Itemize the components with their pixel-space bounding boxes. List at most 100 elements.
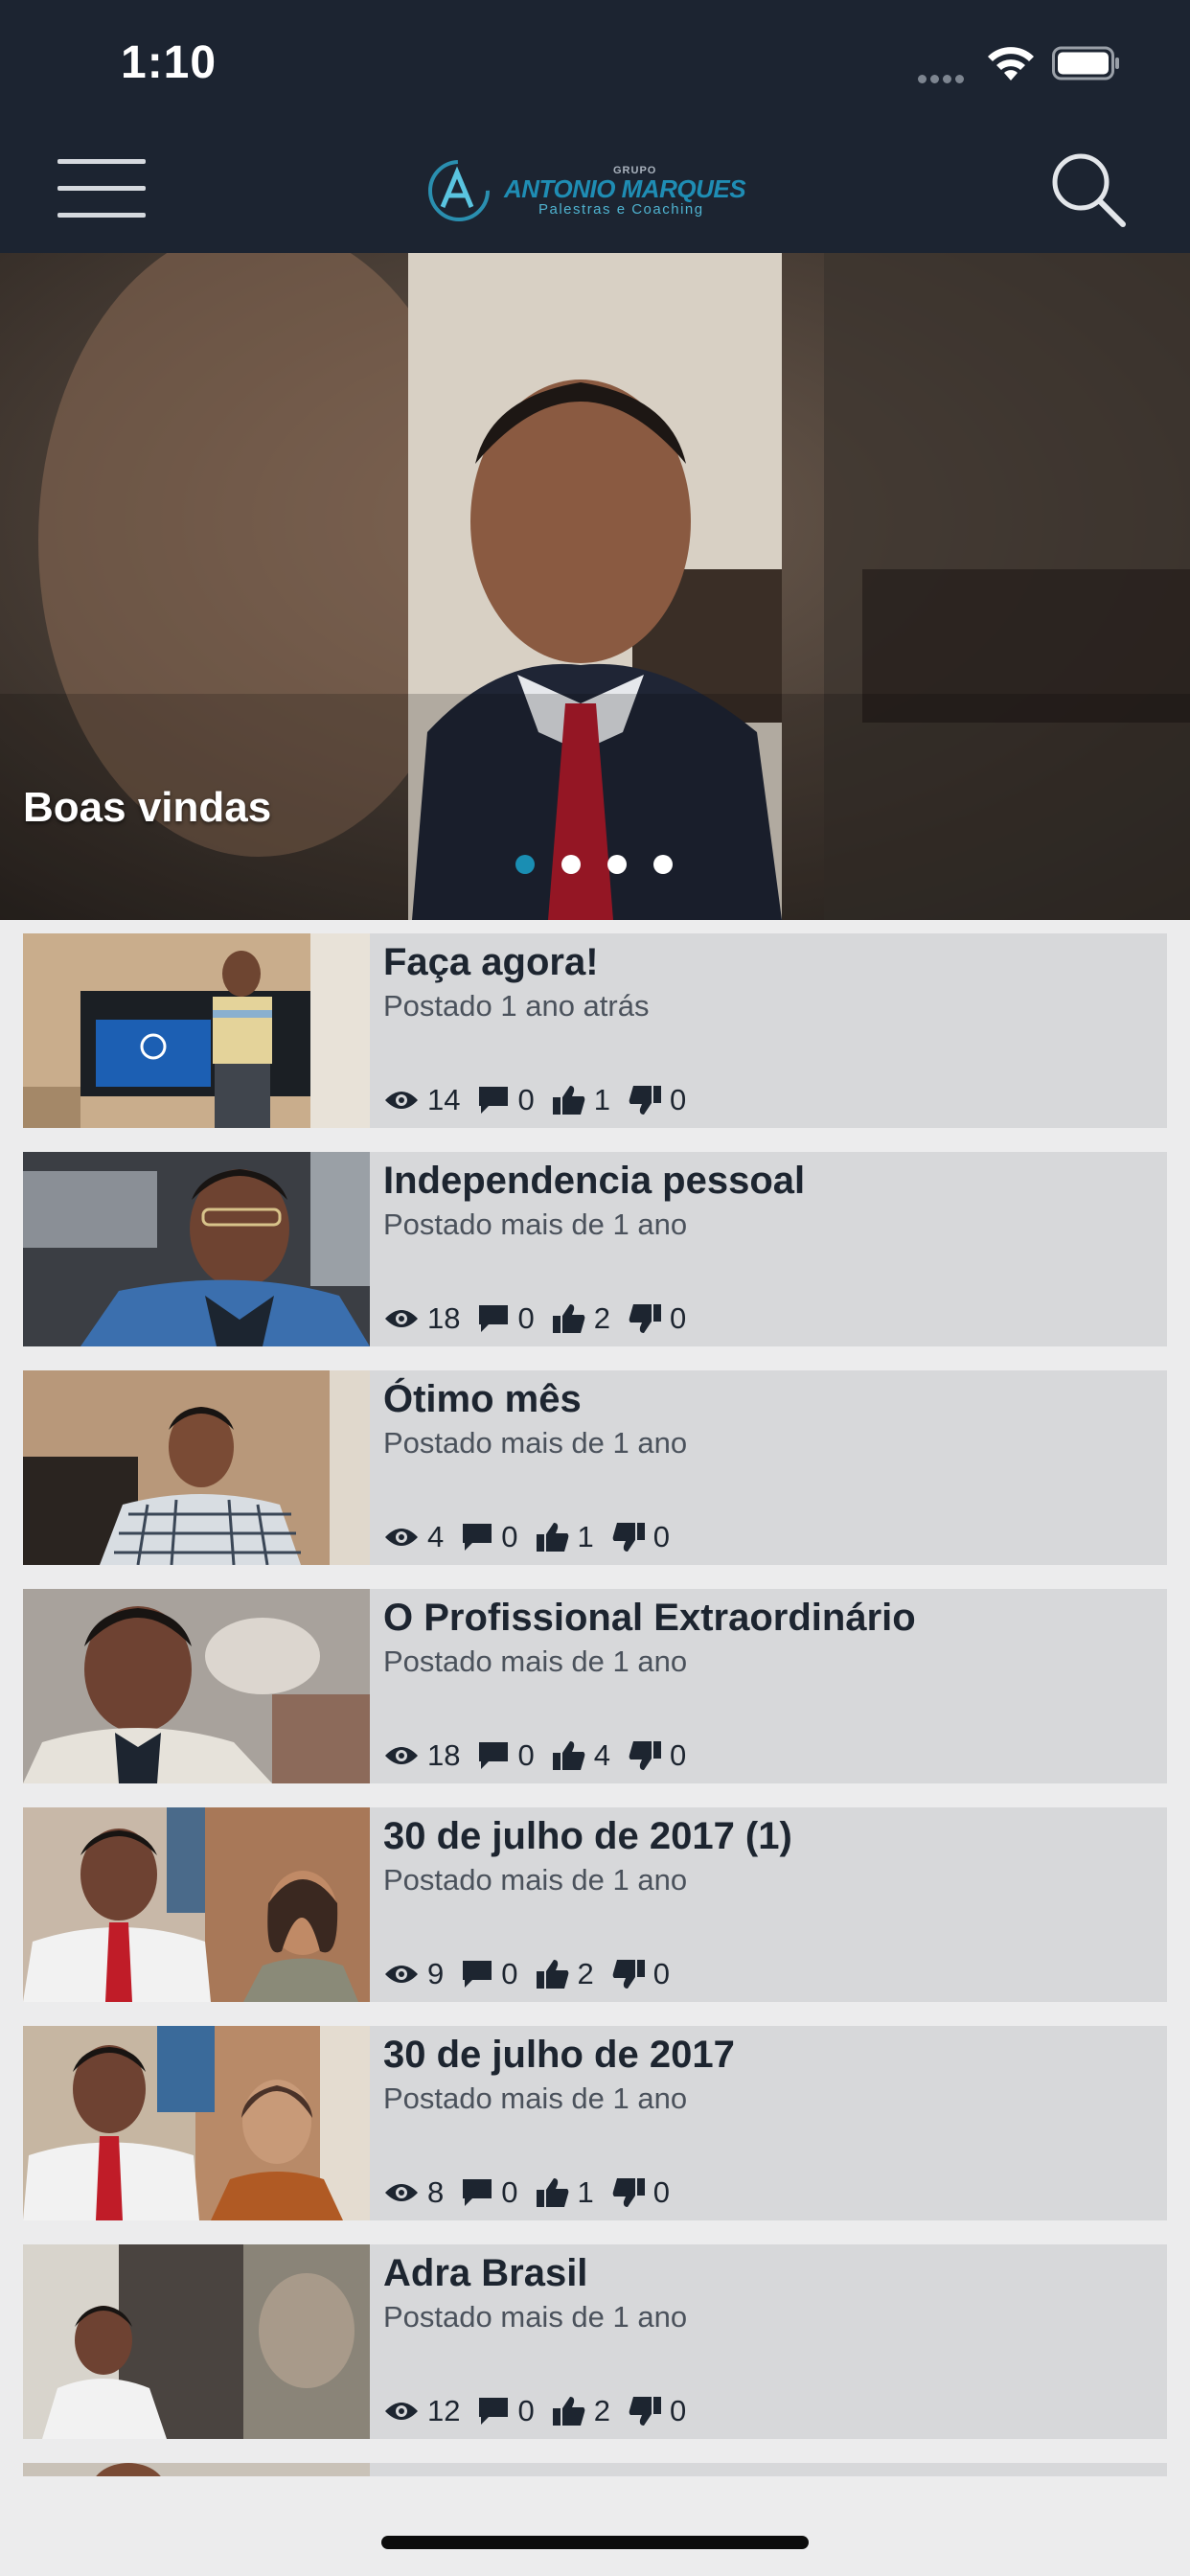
- video-stats: 8 0 1 0: [383, 2175, 687, 2210]
- dislike-icon[interactable]: [628, 1085, 662, 1116]
- dislike-icon[interactable]: [611, 1959, 646, 1990]
- video-list-item[interactable]: 30 de julho de 2017 (1) Postado mais de …: [23, 1807, 1167, 2002]
- video-posted-date: Postado mais de 1 ano: [383, 1644, 688, 1678]
- carousel-dot[interactable]: [653, 855, 673, 874]
- home-indicator[interactable]: [381, 2536, 809, 2549]
- dislikes-count: 0: [669, 1738, 687, 1772]
- video-title: Independencia pessoal: [383, 1160, 806, 1202]
- video-list-item[interactable]: O Profissional Extraordinário Postado ma…: [23, 1589, 1167, 1783]
- comments-count: 0: [517, 2394, 535, 2427]
- video-thumbnail: [23, 1807, 370, 2002]
- like-icon[interactable]: [552, 1740, 586, 1771]
- video-posted-date: Postado mais de 1 ano: [383, 2300, 688, 2334]
- logo-tagline-text: Palestras e Coaching: [538, 201, 704, 218]
- dislike-icon[interactable]: [611, 1522, 646, 1552]
- dislike-icon[interactable]: [628, 1740, 662, 1771]
- views-count: 4: [427, 1520, 445, 1553]
- video-stats: 9 0 2 0: [383, 1957, 687, 1991]
- video-posted-date: Postado 1 ano atrás: [383, 989, 650, 1023]
- likes-count: 4: [593, 1738, 610, 1772]
- comments-icon: [479, 2398, 509, 2425]
- battery-icon: [1052, 46, 1119, 80]
- video-posted-date: Postado mais de 1 ano: [383, 1426, 688, 1460]
- views-count: 12: [427, 2394, 461, 2427]
- video-thumbnail: [23, 1152, 370, 1346]
- dislikes-count: 0: [669, 2394, 687, 2427]
- search-icon[interactable]: [1048, 150, 1129, 230]
- views-count: 18: [427, 1738, 461, 1772]
- likes-count: 1: [593, 1083, 610, 1116]
- video-thumbnail: [23, 1370, 370, 1565]
- carousel-dot[interactable]: [515, 855, 535, 874]
- featured-video-carousel[interactable]: Boas vindas: [0, 253, 1190, 920]
- dislikes-count: 0: [652, 2175, 670, 2209]
- video-list-item[interactable]: Adra Brasil Postado mais de 1 ano 12 0 2…: [23, 2244, 1167, 2439]
- comments-icon: [479, 1742, 509, 1769]
- video-title: O Profissional Extraordinário: [383, 1597, 916, 1639]
- video-stats: 4 0 1 0: [383, 1520, 687, 1554]
- app-header: 1:10 GRUPO ANTONIO MARQUES Palestras e C…: [0, 0, 1190, 253]
- comments-count: 0: [517, 1738, 535, 1772]
- video-list-item[interactable]: Independencia pessoal Postado mais de 1 …: [23, 1152, 1167, 1346]
- comments-icon: [479, 1087, 509, 1114]
- views-count: 8: [427, 2175, 445, 2209]
- views-icon: [385, 1529, 418, 1546]
- video-list-item[interactable]: 30 de julho de 2017 Postado mais de 1 an…: [23, 2026, 1167, 2220]
- likes-count: 1: [577, 2175, 594, 2209]
- likes-count: 2: [577, 1957, 594, 1990]
- like-icon[interactable]: [552, 2396, 586, 2426]
- views-count: 9: [427, 1957, 445, 1990]
- dislikes-count: 0: [669, 1083, 687, 1116]
- dislikes-count: 0: [652, 1957, 670, 1990]
- brand-logo: GRUPO ANTONIO MARQUES Palestras e Coachi…: [422, 153, 768, 226]
- views-icon: [385, 1310, 418, 1327]
- like-icon[interactable]: [536, 1959, 570, 1990]
- comments-count: 0: [517, 1083, 535, 1116]
- comments-icon: [479, 1305, 509, 1332]
- video-list-item[interactable]: [23, 2463, 1167, 2476]
- comments-count: 0: [517, 1301, 535, 1335]
- cellular-signal-icon: [918, 71, 968, 88]
- dislikes-count: 0: [669, 1301, 687, 1335]
- status-time: 1:10: [121, 37, 217, 88]
- dislike-icon[interactable]: [628, 2396, 662, 2426]
- wifi-icon: [988, 47, 1034, 80]
- views-count: 14: [427, 1083, 461, 1116]
- comments-count: 0: [501, 1520, 518, 1553]
- dislike-icon[interactable]: [611, 2177, 646, 2208]
- video-title: Ótimo mês: [383, 1378, 582, 1420]
- video-stats: 12 0 2 0: [383, 2394, 703, 2428]
- video-thumbnail: [23, 2463, 370, 2476]
- carousel-pagination: [515, 855, 699, 879]
- views-icon: [385, 1747, 418, 1764]
- views-icon: [385, 2403, 418, 2420]
- likes-count: 2: [593, 1301, 610, 1335]
- comments-icon: [463, 2179, 492, 2206]
- like-icon[interactable]: [536, 1522, 570, 1552]
- video-list-item[interactable]: Ótimo mês Postado mais de 1 ano 4 0 1 0: [23, 1370, 1167, 1565]
- views-icon: [385, 2184, 418, 2201]
- video-posted-date: Postado mais de 1 ano: [383, 2082, 688, 2115]
- like-icon[interactable]: [536, 2177, 570, 2208]
- dislikes-count: 0: [652, 1520, 670, 1553]
- comments-icon: [463, 1961, 492, 1988]
- video-title: 30 de julho de 2017: [383, 2034, 735, 2076]
- video-stats: 18 0 4 0: [383, 1738, 703, 1773]
- like-icon[interactable]: [552, 1303, 586, 1334]
- menu-button[interactable]: [57, 159, 146, 218]
- video-title: 30 de julho de 2017 (1): [383, 1815, 792, 1857]
- views-count: 18: [427, 1301, 461, 1335]
- video-thumbnail: [23, 1589, 370, 1783]
- dislike-icon[interactable]: [628, 1303, 662, 1334]
- video-stats: 14 0 1 0: [383, 1083, 703, 1117]
- likes-count: 1: [577, 1520, 594, 1553]
- carousel-dot[interactable]: [607, 855, 627, 874]
- like-icon[interactable]: [552, 1085, 586, 1116]
- video-stats: 18 0 2 0: [383, 1301, 703, 1336]
- video-title: Adra Brasil: [383, 2252, 588, 2294]
- carousel-dot[interactable]: [561, 855, 581, 874]
- video-posted-date: Postado mais de 1 ano: [383, 1863, 688, 1897]
- video-list-item[interactable]: Faça agora! Postado 1 ano atrás 14 0 1 0: [23, 933, 1167, 1128]
- featured-video-title: Boas vindas: [23, 784, 272, 831]
- video-thumbnail: [23, 2244, 370, 2439]
